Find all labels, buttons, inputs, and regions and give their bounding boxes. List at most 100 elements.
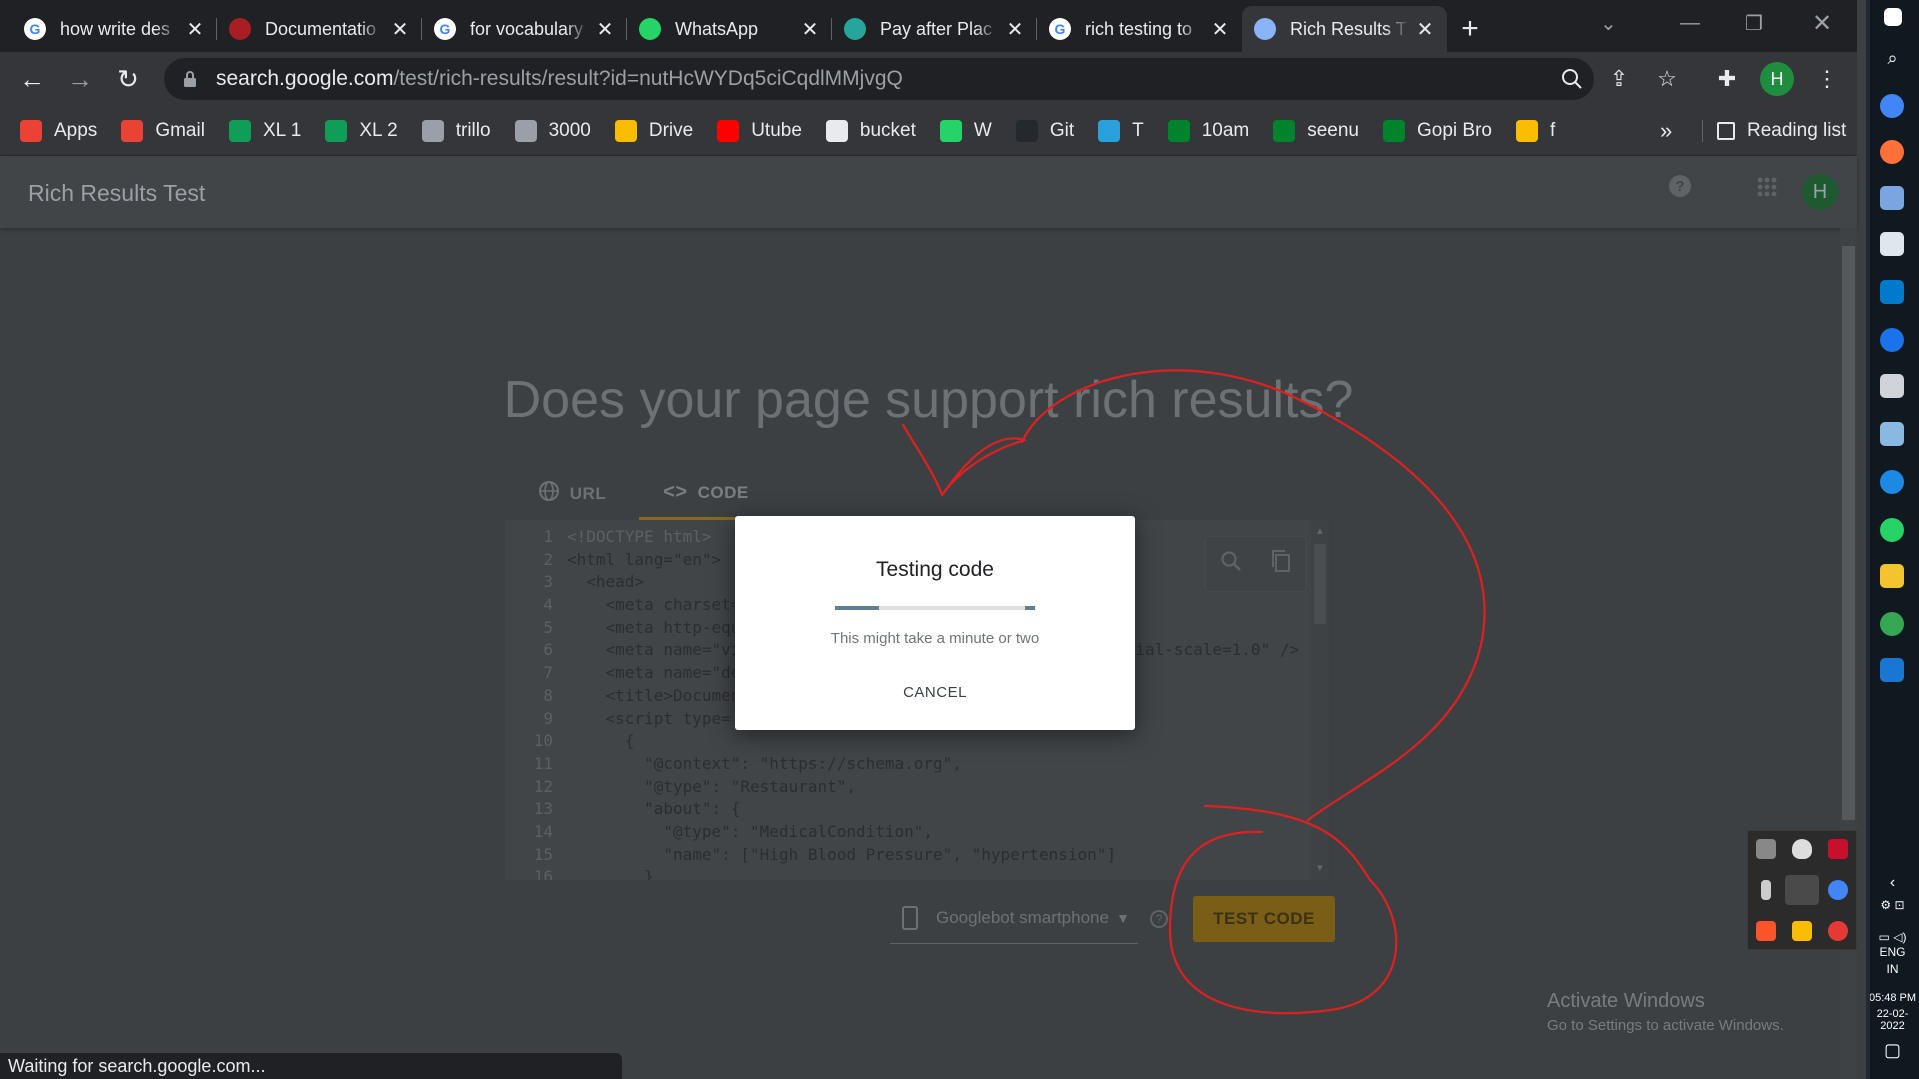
search-icon[interactable]: ⌕ (1866, 48, 1919, 69)
reload-icon[interactable]: ↻ (104, 59, 152, 99)
search-icon[interactable] (1220, 550, 1242, 579)
bookmark-item[interactable]: bucket (825, 119, 916, 142)
browser-tab[interactable]: WhatsApp ✕ (627, 6, 832, 52)
bookmark-item[interactable]: XL 1 (228, 119, 301, 142)
bookmark-item[interactable]: Drive (614, 119, 693, 142)
help-icon[interactable]: ? (1668, 174, 1692, 205)
speaker-icon[interactable]: ▭ ◁) (1866, 930, 1919, 944)
smartphone-icon (902, 905, 918, 930)
snipping-tool-icon[interactable] (1756, 839, 1776, 859)
close-tab-icon[interactable]: ✕ (1210, 17, 1230, 42)
minimize-icon[interactable]: — (1680, 0, 1700, 46)
maps-icon[interactable] (1880, 328, 1904, 352)
bookmark-item[interactable]: seenu (1273, 119, 1359, 142)
browser-tab[interactable]: Ghow write des ✕ (12, 6, 217, 52)
close-tab-icon[interactable]: ✕ (1415, 17, 1435, 42)
scroll-down-icon[interactable]: ▼ (1315, 863, 1325, 874)
page-scrollbar-thumb[interactable] (1842, 246, 1855, 820)
close-window-icon[interactable]: ✕ (1812, 0, 1832, 46)
windows-start-icon[interactable] (1884, 8, 1902, 26)
browser-tab[interactable]: Grich testing to ✕ (1037, 6, 1242, 52)
tab-url[interactable]: URL (505, 468, 639, 520)
bookmark-item[interactable]: Gmail (121, 119, 205, 142)
paint-icon[interactable] (1880, 186, 1904, 210)
app-icon[interactable] (1880, 374, 1904, 398)
language-in[interactable]: IN (1866, 962, 1919, 976)
show-hidden-icons-icon[interactable]: ‹ (1866, 874, 1919, 892)
bookmark-item[interactable]: Apps (20, 119, 97, 142)
browser-tab[interactable]: Documentatio ✕ (217, 6, 422, 52)
whatsapp-icon (939, 119, 962, 142)
clock-date[interactable]: 22-02-2022 (1866, 1008, 1919, 1032)
whatsapp-icon[interactable] (1880, 518, 1904, 542)
device-help-icon[interactable]: ? (1150, 910, 1168, 928)
close-tab-icon[interactable]: ✕ (390, 17, 410, 42)
code-line: "@type": "Restaurant", (567, 776, 856, 796)
address-bar[interactable]: search.google.com/test/rich-results/resu… (164, 58, 1594, 100)
tab-code[interactable]: <> CODE (639, 468, 773, 520)
forward-icon[interactable]: → (56, 59, 104, 99)
bookmark-item[interactable]: W (939, 119, 992, 142)
snip-sketch-icon[interactable] (1880, 232, 1904, 256)
bookmark-item[interactable]: Utube (717, 119, 802, 142)
more-bookmarks-icon[interactable]: » (1660, 118, 1672, 144)
browser-tab[interactable]: Pay after Plac ✕ (832, 6, 1037, 52)
zoom-icon[interactable] (1555, 62, 1589, 96)
security-shield-icon[interactable] (1828, 839, 1848, 859)
test-code-button[interactable]: TEST CODE (1193, 896, 1335, 942)
apps-grid-icon[interactable] (1756, 176, 1778, 205)
tray-app-icon-selected[interactable] (1785, 875, 1819, 905)
vscode-icon[interactable] (1880, 280, 1904, 304)
bookmark-item[interactable]: Gopi Bro (1383, 119, 1492, 142)
bookmark-item[interactable]: trillo (421, 119, 491, 142)
browser-tab[interactable]: Rich Results T ✕ (1242, 6, 1447, 52)
extensions-icon[interactable]: ✚ (1710, 62, 1744, 96)
photos-icon[interactable] (1880, 658, 1904, 682)
tab-search-icon[interactable]: ⌄ (1600, 0, 1617, 46)
cancel-button[interactable]: CANCEL (735, 684, 1135, 701)
chrome-icon[interactable] (1880, 94, 1904, 118)
safari-icon[interactable] (1880, 470, 1904, 494)
bookmark-item[interactable]: Git (1015, 119, 1074, 142)
chrome-profile-icon[interactable] (1880, 612, 1904, 636)
profile-avatar[interactable]: H (1760, 62, 1794, 96)
restore-icon[interactable]: ❐ (1745, 0, 1763, 46)
clock-time[interactable]: 05:48 PM (1866, 992, 1919, 1004)
share-icon[interactable]: ⇪ (1602, 62, 1636, 96)
notifications-icon[interactable]: ▢ (1866, 1040, 1919, 1061)
mouse-icon[interactable] (1792, 839, 1812, 859)
browser-tab[interactable]: Gfor vocabulary ✕ (422, 6, 627, 52)
bookmark-item[interactable]: 10am (1167, 119, 1249, 142)
microphone-icon[interactable] (1761, 880, 1771, 900)
editor-scrollbar-thumb[interactable] (1314, 544, 1326, 624)
close-tab-icon[interactable]: ✕ (800, 17, 820, 42)
brave-icon[interactable] (1756, 921, 1776, 941)
bookmark-item[interactable]: T (1098, 119, 1144, 142)
close-tab-icon[interactable]: ✕ (595, 17, 615, 42)
firefox-icon[interactable] (1880, 140, 1904, 164)
bookmark-item[interactable]: f (1516, 119, 1555, 142)
tab-title: rich testing to (1085, 18, 1193, 39)
menu-kebab-icon[interactable]: ⋮ (1810, 62, 1844, 96)
close-tab-icon[interactable]: ✕ (185, 17, 205, 42)
scroll-up-icon[interactable]: ▲ (1315, 526, 1325, 537)
back-icon[interactable]: ← (8, 59, 56, 99)
close-tab-icon[interactable]: ✕ (1005, 17, 1025, 42)
drive-icon[interactable] (1792, 921, 1812, 941)
device-select[interactable]: Googlebot smartphone ▼ (890, 892, 1138, 944)
app-icon[interactable] (1828, 921, 1848, 941)
bookmark-item[interactable]: 3000 (514, 119, 591, 142)
new-tab-button[interactable]: + (1447, 6, 1493, 52)
files-icon[interactable] (1880, 422, 1904, 446)
page-scrollbar[interactable] (1840, 228, 1857, 1079)
account-avatar[interactable]: H (1802, 174, 1838, 210)
reading-list-button[interactable]: Reading list (1702, 119, 1846, 142)
bookmark-item[interactable]: XL 2 (325, 119, 398, 142)
bookmark-star-icon[interactable]: ☆ (1650, 62, 1684, 96)
language-eng[interactable]: ENG (1866, 945, 1919, 959)
chrome-icon[interactable] (1828, 880, 1848, 900)
file-explorer-icon[interactable] (1880, 564, 1904, 588)
network-volume-icons[interactable]: ⚙ ⊡ (1866, 898, 1919, 912)
editor-scrollbar[interactable]: ▲ ▼ (1311, 520, 1329, 880)
copy-icon[interactable] (1270, 549, 1292, 580)
